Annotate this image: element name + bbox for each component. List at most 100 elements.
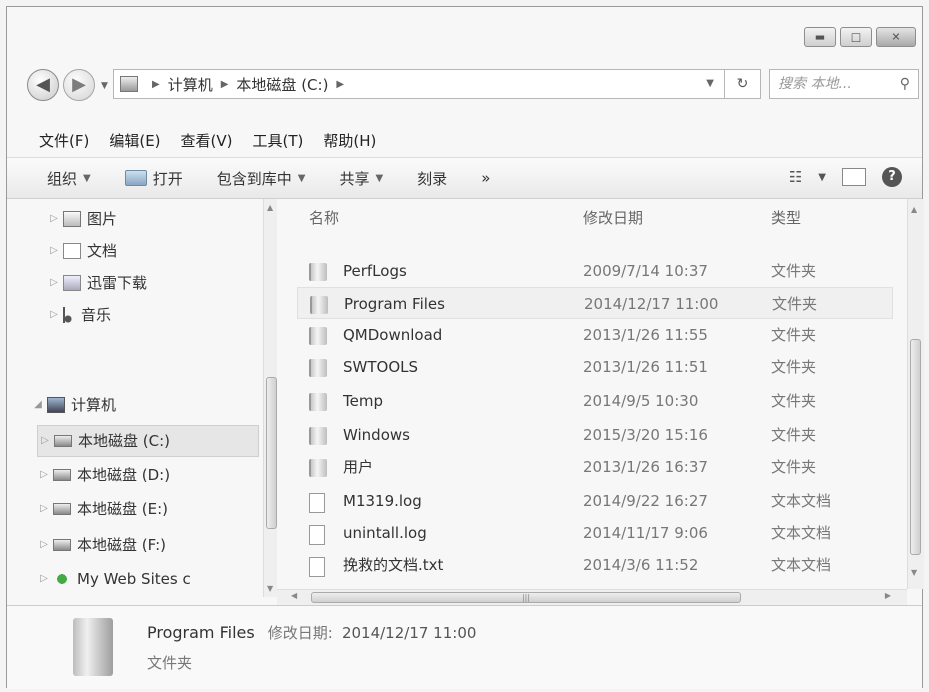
file-row[interactable]: unintall.log 2014/11/17 9:06 文本文档 bbox=[297, 517, 893, 549]
scrollbar-thumb[interactable] bbox=[910, 339, 921, 555]
back-button[interactable]: ◀ bbox=[27, 69, 59, 101]
nav-item-drive-c[interactable]: ▷ 本地磁盘 (C:) bbox=[37, 425, 259, 457]
scrollbar-thumb[interactable]: ||| bbox=[311, 592, 741, 603]
breadcrumb-computer[interactable]: 计算机 bbox=[168, 74, 213, 95]
file-date: 2014/11/17 9:06 bbox=[583, 524, 708, 542]
file-row[interactable]: Temp 2014/9/5 10:30 文件夹 bbox=[297, 385, 893, 417]
refresh-button[interactable]: ↻ bbox=[725, 69, 761, 99]
view-controls: ☷ ▼ ? bbox=[789, 167, 902, 187]
expand-arrow-icon[interactable]: ▷ bbox=[37, 529, 51, 561]
expand-arrow-icon[interactable]: ▷ bbox=[37, 459, 51, 491]
search-icon[interactable]: ⚲ bbox=[900, 70, 910, 98]
search-input[interactable]: 搜索 本地... ⚲ bbox=[769, 69, 919, 99]
preview-pane-icon[interactable] bbox=[842, 168, 866, 186]
nav-item-downloads[interactable]: ▷ 迅雷下载 bbox=[47, 267, 147, 299]
nav-item-drive-e[interactable]: ▷ 本地磁盘 (E:) bbox=[37, 493, 168, 525]
breadcrumb-separator-icon[interactable]: ▶ bbox=[152, 79, 160, 90]
more-commands-button[interactable]: » bbox=[481, 169, 490, 187]
organize-button[interactable]: 组织 ▼ bbox=[47, 168, 91, 189]
file-row[interactable]: PerfLogs 2009/7/14 10:37 文件夹 bbox=[297, 255, 893, 287]
documents-icon bbox=[63, 243, 81, 259]
web-sites-icon bbox=[53, 571, 71, 587]
menu-help[interactable]: 帮助(H) bbox=[323, 130, 376, 151]
scroll-left-icon[interactable]: ◀ bbox=[291, 591, 297, 600]
menu-file[interactable]: 文件(F) bbox=[39, 130, 89, 151]
expand-arrow-icon[interactable]: ▷ bbox=[37, 563, 51, 595]
include-in-library-button[interactable]: 包含到库中 ▼ bbox=[217, 168, 306, 189]
menu-tools[interactable]: 工具(T) bbox=[253, 130, 304, 151]
scrollbar-thumb[interactable] bbox=[266, 377, 277, 529]
address-bar[interactable]: ▶ 计算机 ▶ 本地磁盘 (C:) ▶ ▼ bbox=[113, 69, 725, 99]
scroll-right-icon[interactable]: ▶ bbox=[885, 591, 891, 600]
help-icon[interactable]: ? bbox=[882, 167, 902, 187]
file-list-vertical-scrollbar[interactable]: ▲ ▼ bbox=[907, 199, 924, 589]
recent-pages-dropdown[interactable]: ▼ bbox=[101, 81, 108, 91]
folder-icon bbox=[309, 427, 327, 445]
nav-item-drive-f[interactable]: ▷ 本地磁盘 (F:) bbox=[37, 529, 166, 561]
nav-item-my-web-sites[interactable]: ▷ My Web Sites c bbox=[37, 563, 191, 595]
forward-button[interactable]: ▶ bbox=[63, 69, 95, 101]
nav-item-documents[interactable]: ▷ 文档 bbox=[47, 235, 117, 267]
breadcrumb-separator-icon[interactable]: ▶ bbox=[221, 79, 229, 90]
file-name: 用户 bbox=[343, 458, 374, 476]
close-icon: ✕ bbox=[891, 30, 901, 44]
expand-arrow-icon[interactable]: ▷ bbox=[38, 425, 52, 457]
expand-arrow-icon[interactable]: ▷ bbox=[47, 203, 61, 235]
open-label: 打开 bbox=[152, 169, 183, 188]
scroll-up-icon[interactable]: ▲ bbox=[911, 205, 917, 214]
file-type: 文本文档 bbox=[771, 492, 832, 510]
nav-item-drive-d[interactable]: ▷ 本地磁盘 (D:) bbox=[37, 459, 170, 491]
include-library-label: 包含到库中 bbox=[216, 169, 292, 188]
navigation-bar: ◀ ▶ ▼ ▶ 计算机 ▶ 本地磁盘 (C:) ▶ ▼ ↻ 搜索 本地... ⚲ bbox=[27, 63, 919, 107]
details-item: Program Files 修改日期: 2014/12/17 11:00 bbox=[147, 622, 476, 643]
scroll-down-icon[interactable]: ▼ bbox=[267, 584, 273, 593]
file-list-horizontal-scrollbar[interactable]: ◀ ||| ▶ bbox=[277, 589, 907, 606]
nav-item-label: 本地磁盘 (F:) bbox=[77, 536, 166, 554]
menu-view[interactable]: 查看(V) bbox=[181, 130, 233, 151]
breadcrumb-separator-icon[interactable]: ▶ bbox=[336, 79, 344, 90]
breadcrumb-drive-c[interactable]: 本地磁盘 (C:) bbox=[236, 74, 328, 95]
command-bar: 组织 ▼ 打开 包含到库中 ▼ 共享 ▼ 刻录 » ☷ ▼ ? bbox=[7, 157, 922, 199]
menu-edit[interactable]: 编辑(E) bbox=[109, 130, 160, 151]
close-button[interactable]: ✕ bbox=[876, 27, 916, 47]
file-row[interactable]: QMDownload 2013/1/26 11:55 文件夹 bbox=[297, 319, 893, 351]
column-header-type[interactable]: 类型 bbox=[771, 207, 801, 235]
change-view-icon[interactable]: ☷ bbox=[789, 168, 802, 186]
scroll-up-icon[interactable]: ▲ bbox=[267, 203, 273, 212]
file-type: 文件夹 bbox=[772, 295, 818, 313]
nav-item-pictures[interactable]: ▷ 图片 bbox=[47, 203, 117, 235]
chevron-down-icon[interactable]: ▼ bbox=[818, 172, 826, 183]
nav-item-music[interactable]: ▷ 音乐 bbox=[47, 299, 111, 331]
column-header-name[interactable]: 名称 bbox=[309, 207, 339, 235]
nav-pane-scrollbar[interactable]: ▲ ▼ bbox=[263, 199, 277, 597]
file-date: 2014/3/6 11:52 bbox=[583, 556, 699, 574]
file-date: 2014/9/22 16:27 bbox=[583, 492, 708, 510]
burn-button[interactable]: 刻录 bbox=[417, 168, 447, 189]
file-date: 2013/1/26 11:51 bbox=[583, 358, 708, 376]
file-row[interactable]: SWTOOLS 2013/1/26 11:51 文件夹 bbox=[297, 351, 893, 383]
address-dropdown-icon[interactable]: ▼ bbox=[706, 78, 714, 89]
file-date: 2014/12/17 11:00 bbox=[584, 295, 719, 313]
file-row[interactable]: 用户 2013/1/26 16:37 文件夹 bbox=[297, 451, 893, 483]
open-button[interactable]: 打开 bbox=[124, 168, 183, 189]
column-header-modified[interactable]: 修改日期 bbox=[583, 207, 643, 235]
file-row[interactable]: M1319.log 2014/9/22 16:27 文本文档 bbox=[297, 485, 893, 517]
minimize-button[interactable]: ▬ bbox=[804, 27, 836, 47]
expand-arrow-icon[interactable]: ▷ bbox=[47, 299, 61, 331]
file-date: 2015/3/20 15:16 bbox=[583, 426, 708, 444]
file-name: Temp bbox=[343, 392, 383, 410]
file-row[interactable]: Windows 2015/3/20 15:16 文件夹 bbox=[297, 419, 893, 451]
details-item-type: 文件夹 bbox=[147, 654, 193, 672]
scroll-down-icon[interactable]: ▼ bbox=[911, 568, 917, 577]
share-button[interactable]: 共享 ▼ bbox=[339, 168, 383, 189]
expand-arrow-icon[interactable]: ▷ bbox=[37, 493, 51, 525]
nav-item-computer[interactable]: ◢ 计算机 bbox=[31, 389, 116, 421]
expand-arrow-icon[interactable]: ▷ bbox=[47, 235, 61, 267]
maximize-button[interactable]: □ bbox=[840, 27, 872, 47]
collapse-arrow-icon[interactable]: ◢ bbox=[31, 389, 45, 421]
text-file-icon bbox=[309, 525, 325, 545]
file-name: SWTOOLS bbox=[343, 358, 419, 376]
file-row[interactable]: 挽救的文档.txt 2014/3/6 11:52 文本文档 bbox=[297, 549, 893, 581]
expand-arrow-icon[interactable]: ▷ bbox=[47, 267, 61, 299]
file-row[interactable]: Program Files 2014/12/17 11:00 文件夹 bbox=[297, 287, 893, 319]
